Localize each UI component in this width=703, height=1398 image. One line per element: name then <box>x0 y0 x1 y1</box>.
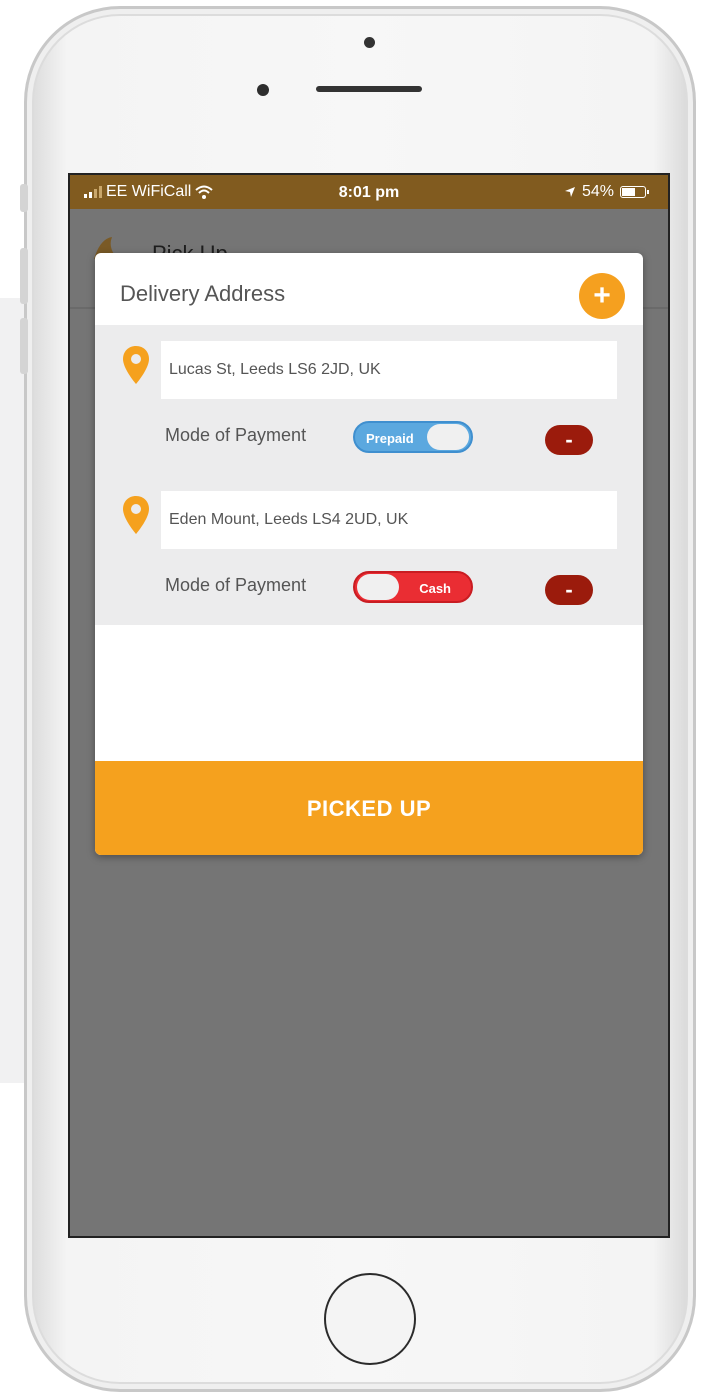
payment-mode-value: Prepaid <box>366 431 414 446</box>
address-item: Mode of Payment Cash - <box>95 491 643 641</box>
home-button[interactable] <box>324 1273 416 1365</box>
address-input[interactable] <box>161 341 617 399</box>
picked-up-button[interactable]: PICKED UP <box>95 761 643 855</box>
front-camera <box>364 37 375 48</box>
add-address-button[interactable]: + <box>579 273 625 319</box>
map-pin-icon <box>123 496 149 534</box>
remove-address-button[interactable]: - <box>545 575 593 605</box>
payment-mode-toggle[interactable]: Cash <box>353 571 473 603</box>
remove-address-button[interactable]: - <box>545 425 593 455</box>
volume-up-button <box>20 248 28 304</box>
payment-mode-label: Mode of Payment <box>165 575 307 595</box>
mute-switch <box>20 184 28 212</box>
volume-down-button <box>20 318 28 374</box>
toggle-knob <box>427 424 469 450</box>
address-item: Mode of Payment Prepaid - <box>95 341 643 491</box>
dialog-header: Delivery Address + <box>95 253 643 325</box>
battery-icon <box>620 186 649 198</box>
earpiece-speaker <box>316 86 422 92</box>
address-list: Mode of Payment Prepaid - Mode of Paymen… <box>95 325 643 625</box>
payment-mode-value: Cash <box>419 581 451 596</box>
address-input[interactable] <box>161 491 617 549</box>
proximity-sensor <box>257 84 269 96</box>
delivery-address-dialog: Delivery Address + Mode of Payment Prepa… <box>95 253 643 855</box>
map-pin-icon <box>123 346 149 384</box>
toggle-knob <box>357 574 399 600</box>
dialog-title: Delivery Address <box>120 281 286 306</box>
payment-mode-label: Mode of Payment <box>165 425 307 445</box>
status-bar: EE WiFiCall 8:01 pm 54% <box>70 175 668 209</box>
location-arrow-icon <box>564 187 575 197</box>
battery-percent: 54% <box>581 183 614 200</box>
payment-mode-toggle[interactable]: Prepaid <box>353 421 473 453</box>
